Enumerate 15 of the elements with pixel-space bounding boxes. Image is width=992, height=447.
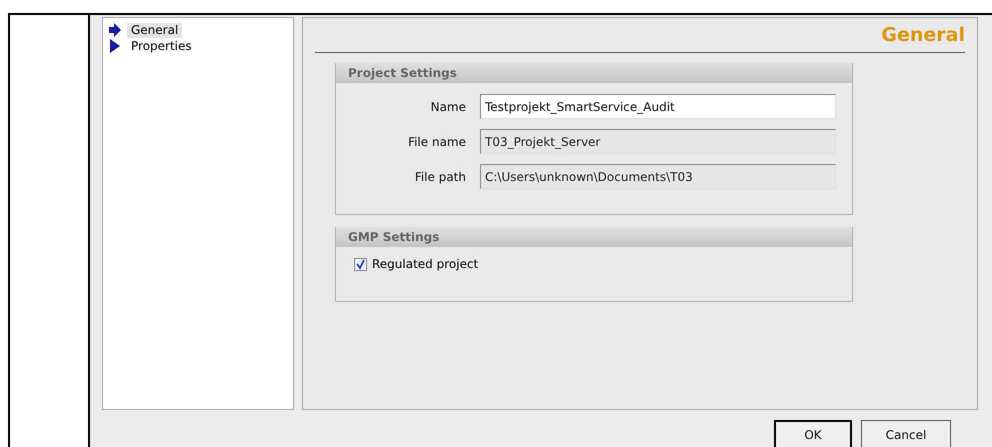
nav-item[interactable]: General	[127, 22, 182, 38]
triangle-icon	[109, 39, 121, 53]
arrow-icon	[109, 23, 121, 37]
dialog-button[interactable]: OK	[774, 420, 852, 447]
nav-item[interactable]: Properties	[127, 38, 196, 54]
field-label: Name	[430, 100, 467, 114]
checkbox-label: Regulated project	[372, 257, 478, 271]
page-title: General	[881, 24, 965, 46]
dialog-button[interactable]: Cancel	[861, 420, 951, 447]
group-header: GMP Settings	[336, 227, 852, 247]
field-label: File path	[414, 170, 467, 184]
input-field[interactable]: Testprojekt_SmartService_Audit	[480, 94, 836, 119]
field-label: File name	[407, 134, 467, 148]
group-header: Project Settings	[336, 63, 852, 83]
checkbox[interactable]	[354, 258, 367, 270]
